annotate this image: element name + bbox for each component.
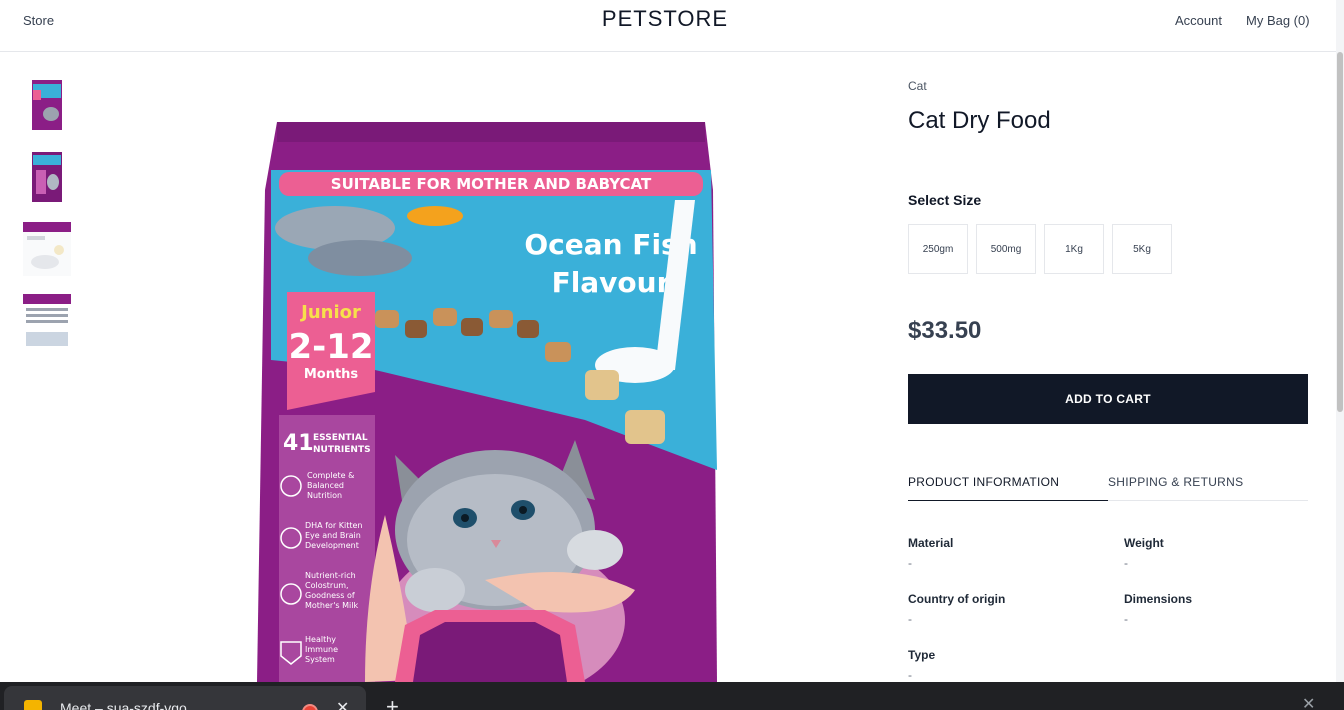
- thumbnail-list: [23, 78, 73, 366]
- spec-material-value: -: [908, 556, 912, 570]
- tab-product-information[interactable]: PRODUCT INFORMATION: [908, 466, 1108, 501]
- product-category[interactable]: Cat: [908, 79, 927, 93]
- svg-text:Mother's Milk: Mother's Milk: [305, 601, 358, 610]
- thumbnail-2-image: [23, 150, 71, 204]
- cat-food-package-illustration: SUITABLE FOR MOTHER AND BABYCAT Ocean Fi…: [257, 122, 717, 682]
- nav-bag-link[interactable]: My Bag (0): [1246, 13, 1310, 28]
- browser-tab-label: Meet – sua-szdf-vgo: [60, 700, 187, 710]
- scrollbar-thumb[interactable]: [1337, 52, 1343, 412]
- size-option-500mg[interactable]: 500mg: [976, 224, 1036, 274]
- spec-country-value: -: [908, 612, 912, 626]
- age-unit-label: Months: [304, 367, 359, 382]
- size-options: 250gm 500mg 1Kg 5Kg: [908, 224, 1172, 274]
- svg-text:Nutrition: Nutrition: [307, 491, 342, 500]
- svg-text:Immune: Immune: [305, 645, 338, 654]
- browser-tab-strip: Meet – sua-szdf-vgo ✕ + ✕: [0, 682, 1344, 710]
- package-banner-text: SUITABLE FOR MOTHER AND BABYCAT: [331, 175, 652, 193]
- svg-text:Colostrum,: Colostrum,: [305, 581, 349, 590]
- brand-logo[interactable]: PETSTORE: [0, 6, 1330, 32]
- meet-icon: [24, 700, 42, 710]
- thumbnail-3-image: [23, 222, 71, 276]
- svg-text:Nutrient-rich: Nutrient-rich: [305, 571, 356, 580]
- flavour-line2: Flavour: [552, 266, 671, 299]
- nutrients-count: 41: [283, 431, 314, 456]
- record-icon: [302, 704, 318, 710]
- svg-text:Development: Development: [305, 541, 359, 550]
- product-main-image: SUITABLE FOR MOTHER AND BABYCAT Ocean Fi…: [255, 120, 725, 682]
- spec-country-label: Country of origin: [908, 592, 1006, 606]
- thumbnail-1[interactable]: [23, 78, 71, 132]
- thumbnail-3[interactable]: [23, 222, 71, 276]
- svg-text:DHA for Kitten: DHA for Kitten: [305, 521, 362, 530]
- spec-type-value: -: [908, 668, 912, 682]
- product-title: Cat Dry Food: [908, 107, 1051, 134]
- select-size-label: Select Size: [908, 192, 982, 208]
- nav-account-link[interactable]: Account: [1175, 13, 1222, 28]
- svg-text:System: System: [305, 655, 335, 664]
- spec-type-label: Type: [908, 648, 936, 662]
- age-top-label: Junior: [299, 302, 361, 323]
- browser-tab-meet[interactable]: Meet – sua-szdf-vgo ✕: [4, 686, 366, 710]
- plus-icon[interactable]: +: [386, 694, 399, 710]
- spec-weight-value: -: [1124, 556, 1128, 570]
- svg-text:Eye and Brain: Eye and Brain: [305, 531, 361, 540]
- svg-text:Healthy: Healthy: [305, 635, 336, 644]
- nutrients-label1: ESSENTIAL: [313, 433, 368, 443]
- spec-dimensions-label: Dimensions: [1124, 592, 1193, 606]
- thumbnail-2[interactable]: [23, 150, 71, 204]
- tab-shipping-returns[interactable]: SHIPPING & RETURNS: [1108, 466, 1308, 501]
- close-icon[interactable]: ✕: [336, 698, 349, 710]
- svg-text:Goodness of: Goodness of: [305, 591, 355, 600]
- size-option-1kg[interactable]: 1Kg: [1044, 224, 1104, 274]
- window-close-icon[interactable]: ✕: [1302, 694, 1315, 710]
- nutrients-label2: NUTRIENTS: [313, 445, 371, 455]
- spec-weight-label: Weight: [1124, 536, 1164, 550]
- spec-dimensions-value: -: [1124, 612, 1128, 626]
- page-scrollbar[interactable]: [1336, 0, 1344, 682]
- size-option-250gm[interactable]: 250gm: [908, 224, 968, 274]
- age-range-label: 2-12: [288, 327, 373, 367]
- size-option-5kg[interactable]: 5Kg: [1112, 224, 1172, 274]
- product-price: $33.50: [908, 317, 982, 344]
- thumbnail-4[interactable]: [23, 294, 71, 348]
- svg-text:Balanced: Balanced: [307, 481, 344, 490]
- add-to-cart-button[interactable]: ADD TO CART: [908, 374, 1308, 424]
- svg-text:Complete &: Complete &: [307, 471, 354, 480]
- product-tabs: PRODUCT INFORMATION SHIPPING & RETURNS: [908, 466, 1308, 501]
- thumbnail-4-image: [23, 294, 71, 348]
- thumbnail-1-image: [23, 78, 71, 132]
- spec-material-label: Material: [908, 536, 954, 550]
- site-header: Store PETSTORE Account My Bag (0): [0, 0, 1344, 52]
